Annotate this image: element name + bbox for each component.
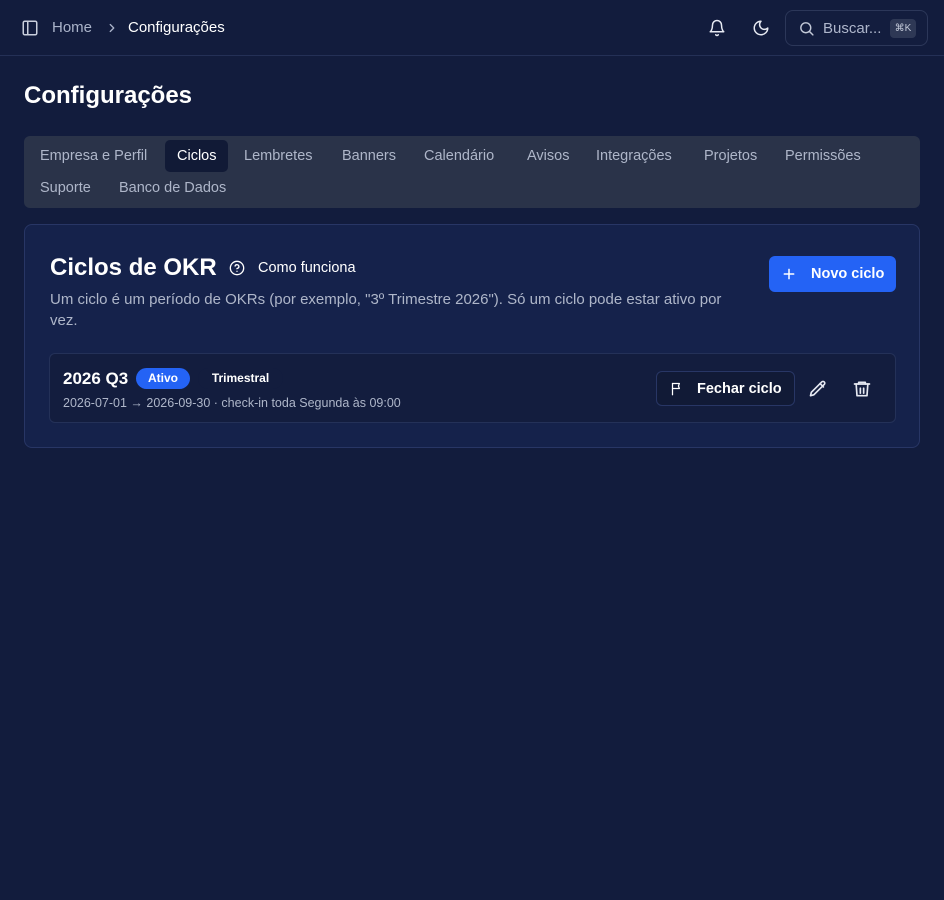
tab-empresa-e-perfil[interactable]: Empresa e Perfil [28,140,159,172]
tab-integracoes[interactable]: Integrações [584,140,684,172]
pencil-icon[interactable] [808,379,828,399]
page-title: Configurações [24,82,193,109]
tab-calendario[interactable]: Calendário [412,140,506,172]
new-cycle-button[interactable]: Novo ciclo [769,256,896,292]
cycle-dates: 2026-07-01 → 2026-09-30 · check-in toda … [63,396,401,410]
trash-icon[interactable] [852,379,872,399]
tab-projetos[interactable]: Projetos [692,140,769,172]
close-cycle-label: Fechar ciclo [697,381,782,397]
search-label: Buscar... [823,20,882,37]
tab-avisos[interactable]: Avisos [515,140,581,172]
list-item: 2026 Q3 Ativo Trimestral 2026-07-01 → 20… [49,353,896,423]
breadcrumb-home[interactable]: Home [52,19,92,37]
search-icon [798,20,815,37]
card-title: Ciclos de OKR [50,254,217,281]
top-bar: Home Configurações Buscar... ⌘K [0,0,944,56]
search-button[interactable]: Buscar... ⌘K [785,10,928,46]
new-cycle-label: Novo ciclo [811,266,885,282]
bell-icon[interactable] [708,19,726,37]
shortcut-badge: ⌘K [890,19,916,38]
panel-left-icon[interactable] [21,19,39,37]
status-badge: Ativo [136,368,190,389]
close-cycle-button[interactable]: Fechar ciclo [656,371,795,406]
breadcrumb-current: Configurações [128,19,225,36]
settings-tabs: Empresa e Perfil Ciclos Lembretes Banner… [24,136,920,208]
period-badge: Trimestral [198,368,283,389]
tab-ciclos[interactable]: Ciclos [165,140,229,172]
tab-banners[interactable]: Banners [330,140,408,172]
moon-icon[interactable] [752,19,770,37]
how-it-works-link[interactable]: Como funciona [258,259,356,277]
flag-icon [670,381,685,396]
tab-lembretes[interactable]: Lembretes [232,140,325,172]
card-description: Um ciclo é um período de OKRs (por exemp… [50,291,722,329]
tab-banco-de-dados[interactable]: Banco de Dados [107,172,238,204]
cycle-name: 2026 Q3 [63,369,129,388]
cycles-card: Ciclos de OKR Como funciona Um ciclo é u… [24,224,920,448]
tab-permissoes[interactable]: Permissões [773,140,873,172]
chevron-right-icon [105,21,119,35]
tab-suporte[interactable]: Suporte [28,172,103,204]
plus-icon [782,267,796,281]
help-circle-icon[interactable] [229,260,245,276]
